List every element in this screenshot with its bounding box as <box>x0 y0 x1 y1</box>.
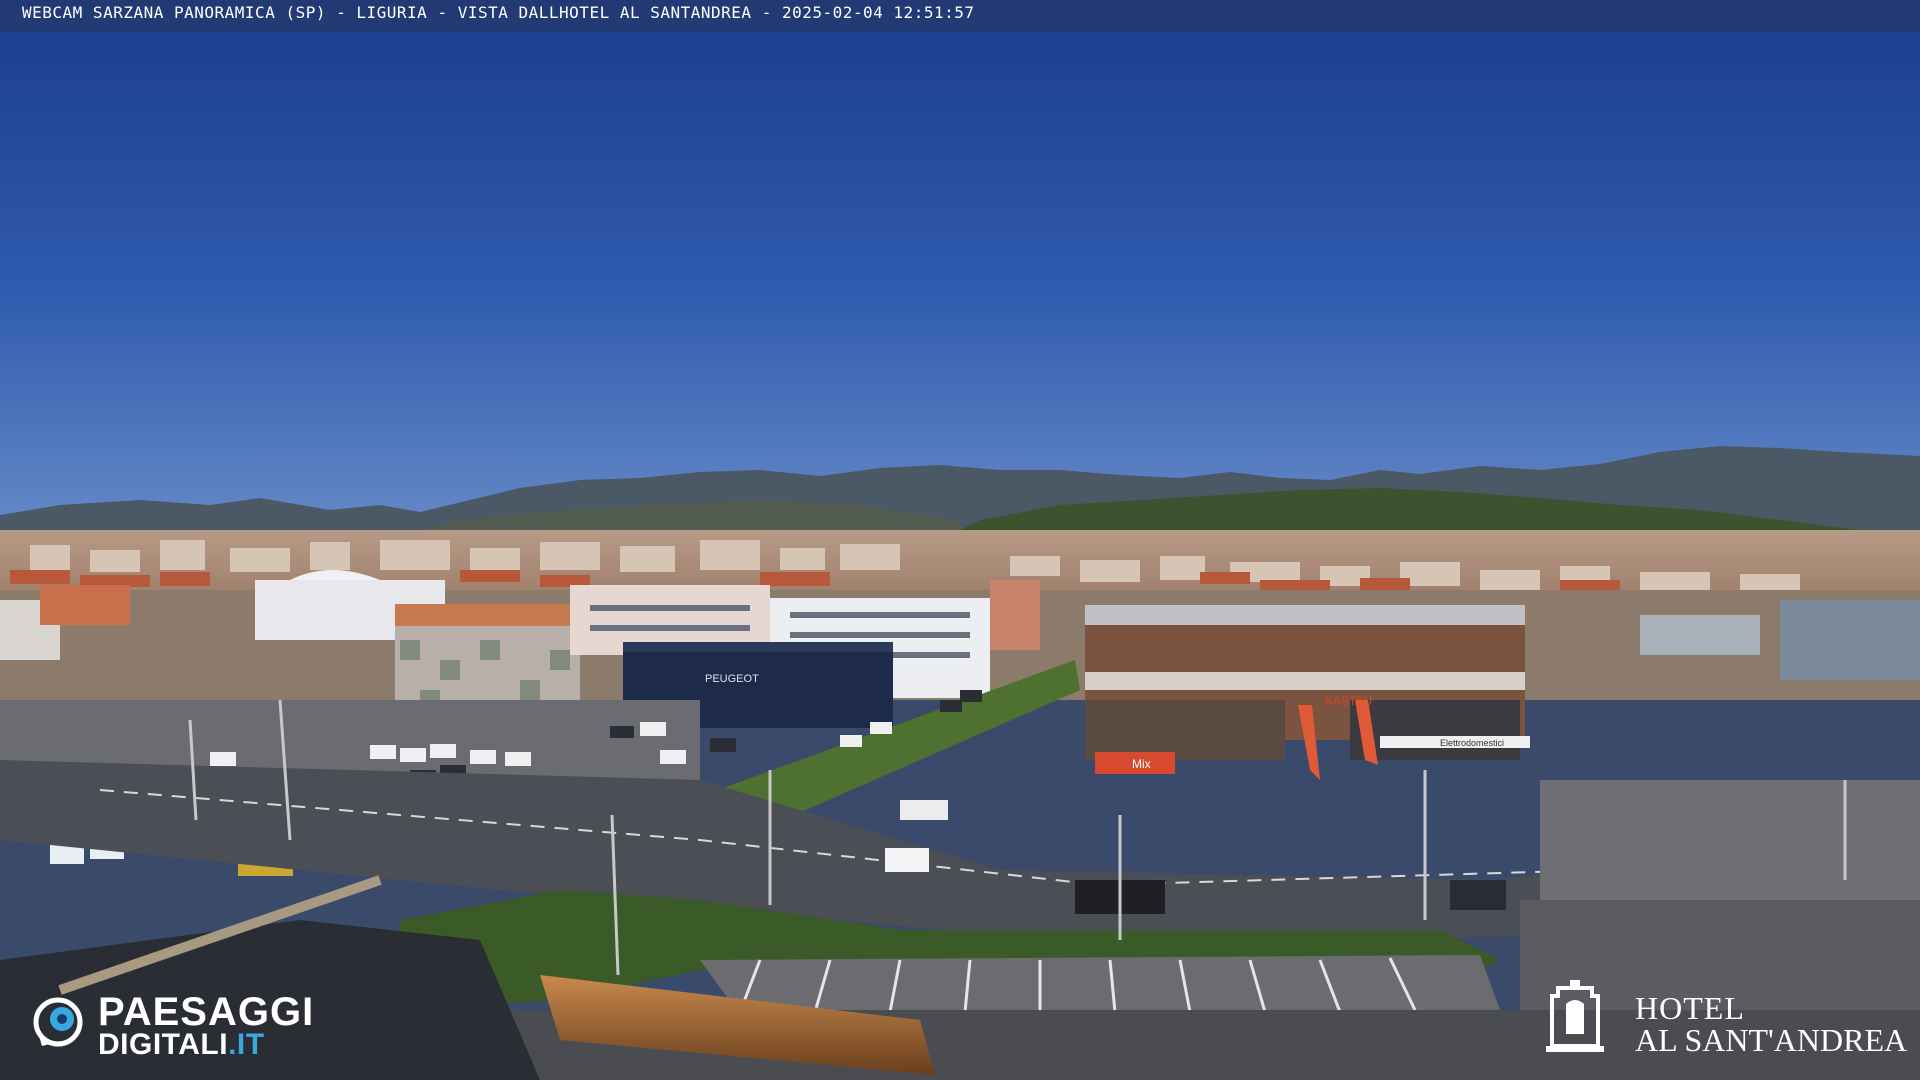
logo-word-paesaggi: PAESAGGI <box>98 990 315 1034</box>
sky <box>0 0 1920 520</box>
webcam-title: WEBCAM SARZANA PANORAMICA (SP) - LIGURIA… <box>22 3 975 22</box>
webcam-title-bar: WEBCAM SARZANA PANORAMICA (SP) - LIGURIA… <box>0 0 1920 32</box>
logo-digitali-text: DIGITALI <box>98 1028 229 1061</box>
hotel-name-line2: AL SANT'ANDREA <box>1635 1022 1908 1058</box>
webcam-panorama-image: PEUGEOT KASTAU Elettrodomestici Mix <box>0 0 1920 1080</box>
eye-icon <box>33 997 83 1047</box>
logo-it-suffix: .IT <box>228 1028 265 1061</box>
store3-sign: Elettrodomestici <box>1440 738 1504 748</box>
dealer-sign: PEUGEOT <box>705 673 759 685</box>
foreground-parking <box>700 955 1500 1015</box>
paesaggi-digitali-logo: PAESAGGI DIGITALI.IT <box>30 990 350 1060</box>
hotel-name-line1: HOTEL <box>1635 990 1745 1026</box>
logo-word-digitali: DIGITALI.IT <box>98 1030 265 1060</box>
hotel-logo: HOTEL AL SANT'ANDREA <box>1540 978 1910 1068</box>
hotel-emblem-icon <box>1546 980 1604 1052</box>
store2-sign: Mix <box>1132 757 1151 771</box>
